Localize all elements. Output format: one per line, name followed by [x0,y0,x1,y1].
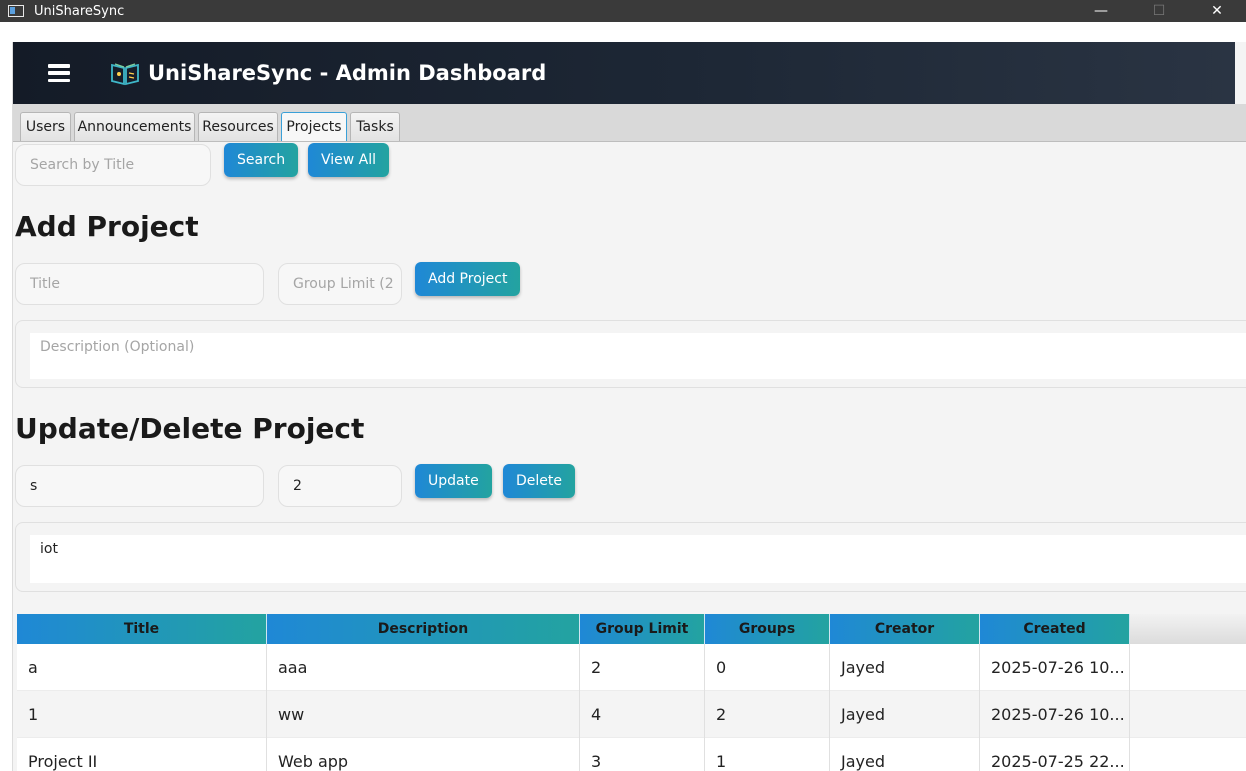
cell-groups: 0 [705,644,830,691]
app-header: UniShareSync - Admin Dashboard [13,42,1235,104]
column-header-description[interactable]: Description [267,614,580,644]
search-button[interactable]: Search [224,143,299,177]
cell-group-limit: 3 [580,738,705,771]
cell-creator: Jayed [830,691,980,738]
app-window: UniShareSync - Admin Dashboard Users Ann… [0,22,1246,771]
delete-button[interactable]: Delete [503,464,575,498]
cell-groups: 2 [705,691,830,738]
cell-filler [1130,644,1246,691]
cell-description: aaa [267,644,580,691]
update-description-input[interactable]: iot [30,535,1246,583]
column-header-title[interactable]: Title [17,614,267,644]
close-button[interactable]: ✕ [1188,0,1246,22]
cell-groups: 1 [705,738,830,771]
add-project-button[interactable]: Add Project [415,262,521,296]
add-description-input[interactable] [30,333,1246,379]
update-title-input[interactable] [15,465,264,507]
add-project-heading: Add Project [15,210,199,243]
column-header-filler [1130,614,1246,644]
view-all-button[interactable]: View All [308,143,390,177]
table-header: Title Description Group Limit Groups Cre… [17,614,1246,644]
column-header-groups[interactable]: Groups [705,614,830,644]
app-window-icon [8,5,24,17]
book-icon [111,63,139,86]
tab-announcements[interactable]: Announcements [74,112,195,141]
projects-table: Title Description Group Limit Groups Cre… [17,614,1246,771]
update-group-limit-input[interactable] [278,465,402,507]
cell-filler [1130,691,1246,738]
cell-created: 2025-07-26 10... [980,691,1130,738]
tab-users[interactable]: Users [20,112,71,141]
cell-description: Web app [267,738,580,771]
cell-created: 2025-07-26 10... [980,644,1130,691]
cell-created: 2025-07-25 22... [980,738,1130,771]
add-title-input[interactable] [15,263,264,305]
table-row[interactable]: Project II Web app 3 1 Jayed 2025-07-25 … [17,738,1246,771]
cell-description: ww [267,691,580,738]
update-project-heading: Update/Delete Project [15,412,365,445]
minimize-button[interactable]: — [1072,0,1130,22]
table-row[interactable]: a aaa 2 0 Jayed 2025-07-26 10... [17,644,1246,691]
update-button[interactable]: Update [415,464,492,498]
cell-title: Project II [17,738,267,771]
tab-bar: Users Announcements Resources Projects T… [13,104,1246,142]
tab-projects[interactable]: Projects [281,112,347,141]
table-row[interactable]: 1 ww 4 2 Jayed 2025-07-26 10... [17,691,1246,738]
add-description-container [15,320,1246,388]
main-content: UniShareSync - Admin Dashboard Users Ann… [12,42,1246,771]
window-title: UniShareSync [34,3,125,19]
app-title: UniShareSync - Admin Dashboard [148,61,547,85]
cell-title: 1 [17,691,267,738]
column-header-creator[interactable]: Creator [830,614,980,644]
cell-title: a [17,644,267,691]
cell-creator: Jayed [830,644,980,691]
column-header-group-limit[interactable]: Group Limit [580,614,705,644]
tab-tasks[interactable]: Tasks [350,112,400,141]
search-input[interactable] [15,144,211,186]
tab-resources[interactable]: Resources [198,112,278,141]
maximize-button[interactable]: ☐ [1130,0,1188,22]
add-group-limit-input[interactable] [278,263,402,305]
cell-filler [1130,738,1246,771]
cell-group-limit: 4 [580,691,705,738]
cell-creator: Jayed [830,738,980,771]
window-titlebar: UniShareSync — ☐ ✕ [0,0,1246,22]
window-controls: — ☐ ✕ [1072,0,1246,22]
hamburger-icon[interactable] [48,62,70,84]
update-description-container: iot [15,522,1246,592]
cell-group-limit: 2 [580,644,705,691]
column-header-created[interactable]: Created [980,614,1130,644]
